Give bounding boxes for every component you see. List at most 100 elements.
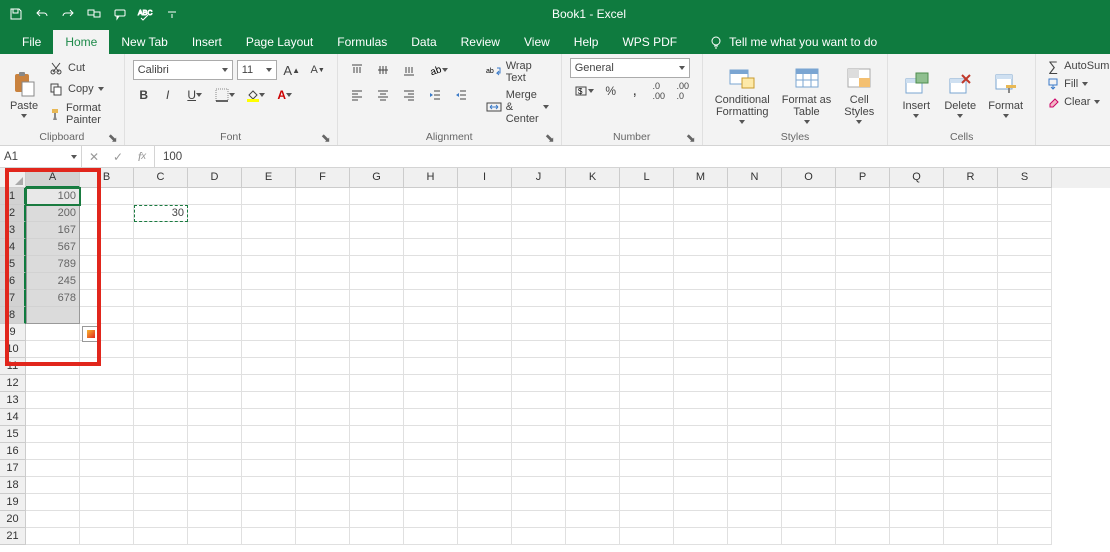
column-header-F[interactable]: F (296, 168, 350, 188)
cell-M6[interactable] (674, 273, 728, 290)
cell-S13[interactable] (998, 392, 1052, 409)
cell-D13[interactable] (188, 392, 242, 409)
cell-Q21[interactable] (890, 528, 944, 545)
cell-F6[interactable] (296, 273, 350, 290)
tab-newtab[interactable]: New Tab (109, 30, 179, 54)
cell-R12[interactable] (944, 375, 998, 392)
cell-R18[interactable] (944, 477, 998, 494)
cell-G10[interactable] (350, 341, 404, 358)
cell-Q13[interactable] (890, 392, 944, 409)
screens-icon[interactable] (84, 4, 104, 24)
cell-M10[interactable] (674, 341, 728, 358)
cell-O2[interactable] (782, 205, 836, 222)
cell-R17[interactable] (944, 460, 998, 477)
cell-S2[interactable] (998, 205, 1052, 222)
cell-Q1[interactable] (890, 188, 944, 205)
cell-F15[interactable] (296, 426, 350, 443)
cell-Q7[interactable] (890, 290, 944, 307)
cell-A4[interactable]: 567 (26, 239, 80, 256)
cell-L20[interactable] (620, 511, 674, 528)
cell-E19[interactable] (242, 494, 296, 511)
cell-A14[interactable] (26, 409, 80, 426)
cell-G14[interactable] (350, 409, 404, 426)
cell-B17[interactable] (80, 460, 134, 477)
cell-H12[interactable] (404, 375, 458, 392)
cell-K9[interactable] (566, 324, 620, 341)
cell-I18[interactable] (458, 477, 512, 494)
cell-B2[interactable] (80, 205, 134, 222)
cell-M14[interactable] (674, 409, 728, 426)
cell-B6[interactable] (80, 273, 134, 290)
cell-K3[interactable] (566, 222, 620, 239)
shrink-font-button[interactable]: A▼ (307, 60, 329, 80)
cell-Q18[interactable] (890, 477, 944, 494)
cell-M5[interactable] (674, 256, 728, 273)
cell-J12[interactable] (512, 375, 566, 392)
fill-button[interactable]: Fill (1044, 76, 1110, 92)
spellcheck-icon[interactable]: ABC (136, 4, 156, 24)
cell-E10[interactable] (242, 341, 296, 358)
cell-A13[interactable] (26, 392, 80, 409)
tab-review[interactable]: Review (449, 30, 512, 54)
cell-Q3[interactable] (890, 222, 944, 239)
cell-Q12[interactable] (890, 375, 944, 392)
row-header-7[interactable]: 7 (0, 290, 26, 307)
cell-O5[interactable] (782, 256, 836, 273)
cell-S10[interactable] (998, 341, 1052, 358)
cell-I4[interactable] (458, 239, 512, 256)
cell-L7[interactable] (620, 290, 674, 307)
cell-F17[interactable] (296, 460, 350, 477)
cell-H6[interactable] (404, 273, 458, 290)
cell-S16[interactable] (998, 443, 1052, 460)
cell-R19[interactable] (944, 494, 998, 511)
cell-C9[interactable] (134, 324, 188, 341)
cell-J6[interactable] (512, 273, 566, 290)
cell-E20[interactable] (242, 511, 296, 528)
cell-F10[interactable] (296, 341, 350, 358)
cell-L21[interactable] (620, 528, 674, 545)
cell-G21[interactable] (350, 528, 404, 545)
format-cells-button[interactable]: Format (984, 58, 1027, 129)
cell-O17[interactable] (782, 460, 836, 477)
cell-J8[interactable] (512, 307, 566, 324)
cell-F21[interactable] (296, 528, 350, 545)
cell-Q15[interactable] (890, 426, 944, 443)
font-size-combo[interactable]: 11 (237, 60, 277, 80)
cell-E11[interactable] (242, 358, 296, 375)
cell-E6[interactable] (242, 273, 296, 290)
cell-I21[interactable] (458, 528, 512, 545)
cell-M17[interactable] (674, 460, 728, 477)
wrap-text-button[interactable]: abWrap Text (482, 58, 553, 86)
row-header-21[interactable]: 21 (0, 528, 26, 545)
cell-H2[interactable] (404, 205, 458, 222)
column-header-Q[interactable]: Q (890, 168, 944, 188)
cell-D19[interactable] (188, 494, 242, 511)
cell-F9[interactable] (296, 324, 350, 341)
cell-M18[interactable] (674, 477, 728, 494)
cell-D16[interactable] (188, 443, 242, 460)
cell-K12[interactable] (566, 375, 620, 392)
alignment-launcher[interactable]: ⬊ (545, 131, 557, 143)
cell-O6[interactable] (782, 273, 836, 290)
format-as-table-button[interactable]: Format as Table (778, 58, 836, 129)
cell-C8[interactable] (134, 307, 188, 324)
quick-analysis-button[interactable] (82, 326, 100, 342)
cell-K8[interactable] (566, 307, 620, 324)
cell-E17[interactable] (242, 460, 296, 477)
cell-A19[interactable] (26, 494, 80, 511)
cell-L15[interactable] (620, 426, 674, 443)
cell-L6[interactable] (620, 273, 674, 290)
font-launcher[interactable]: ⬊ (321, 131, 333, 143)
cell-G1[interactable] (350, 188, 404, 205)
cell-Q10[interactable] (890, 341, 944, 358)
cell-R14[interactable] (944, 409, 998, 426)
cell-J5[interactable] (512, 256, 566, 273)
cell-F20[interactable] (296, 511, 350, 528)
cell-G17[interactable] (350, 460, 404, 477)
cell-O8[interactable] (782, 307, 836, 324)
cell-I11[interactable] (458, 358, 512, 375)
cell-B10[interactable] (80, 341, 134, 358)
column-header-N[interactable]: N (728, 168, 782, 188)
cell-I5[interactable] (458, 256, 512, 273)
cell-H13[interactable] (404, 392, 458, 409)
